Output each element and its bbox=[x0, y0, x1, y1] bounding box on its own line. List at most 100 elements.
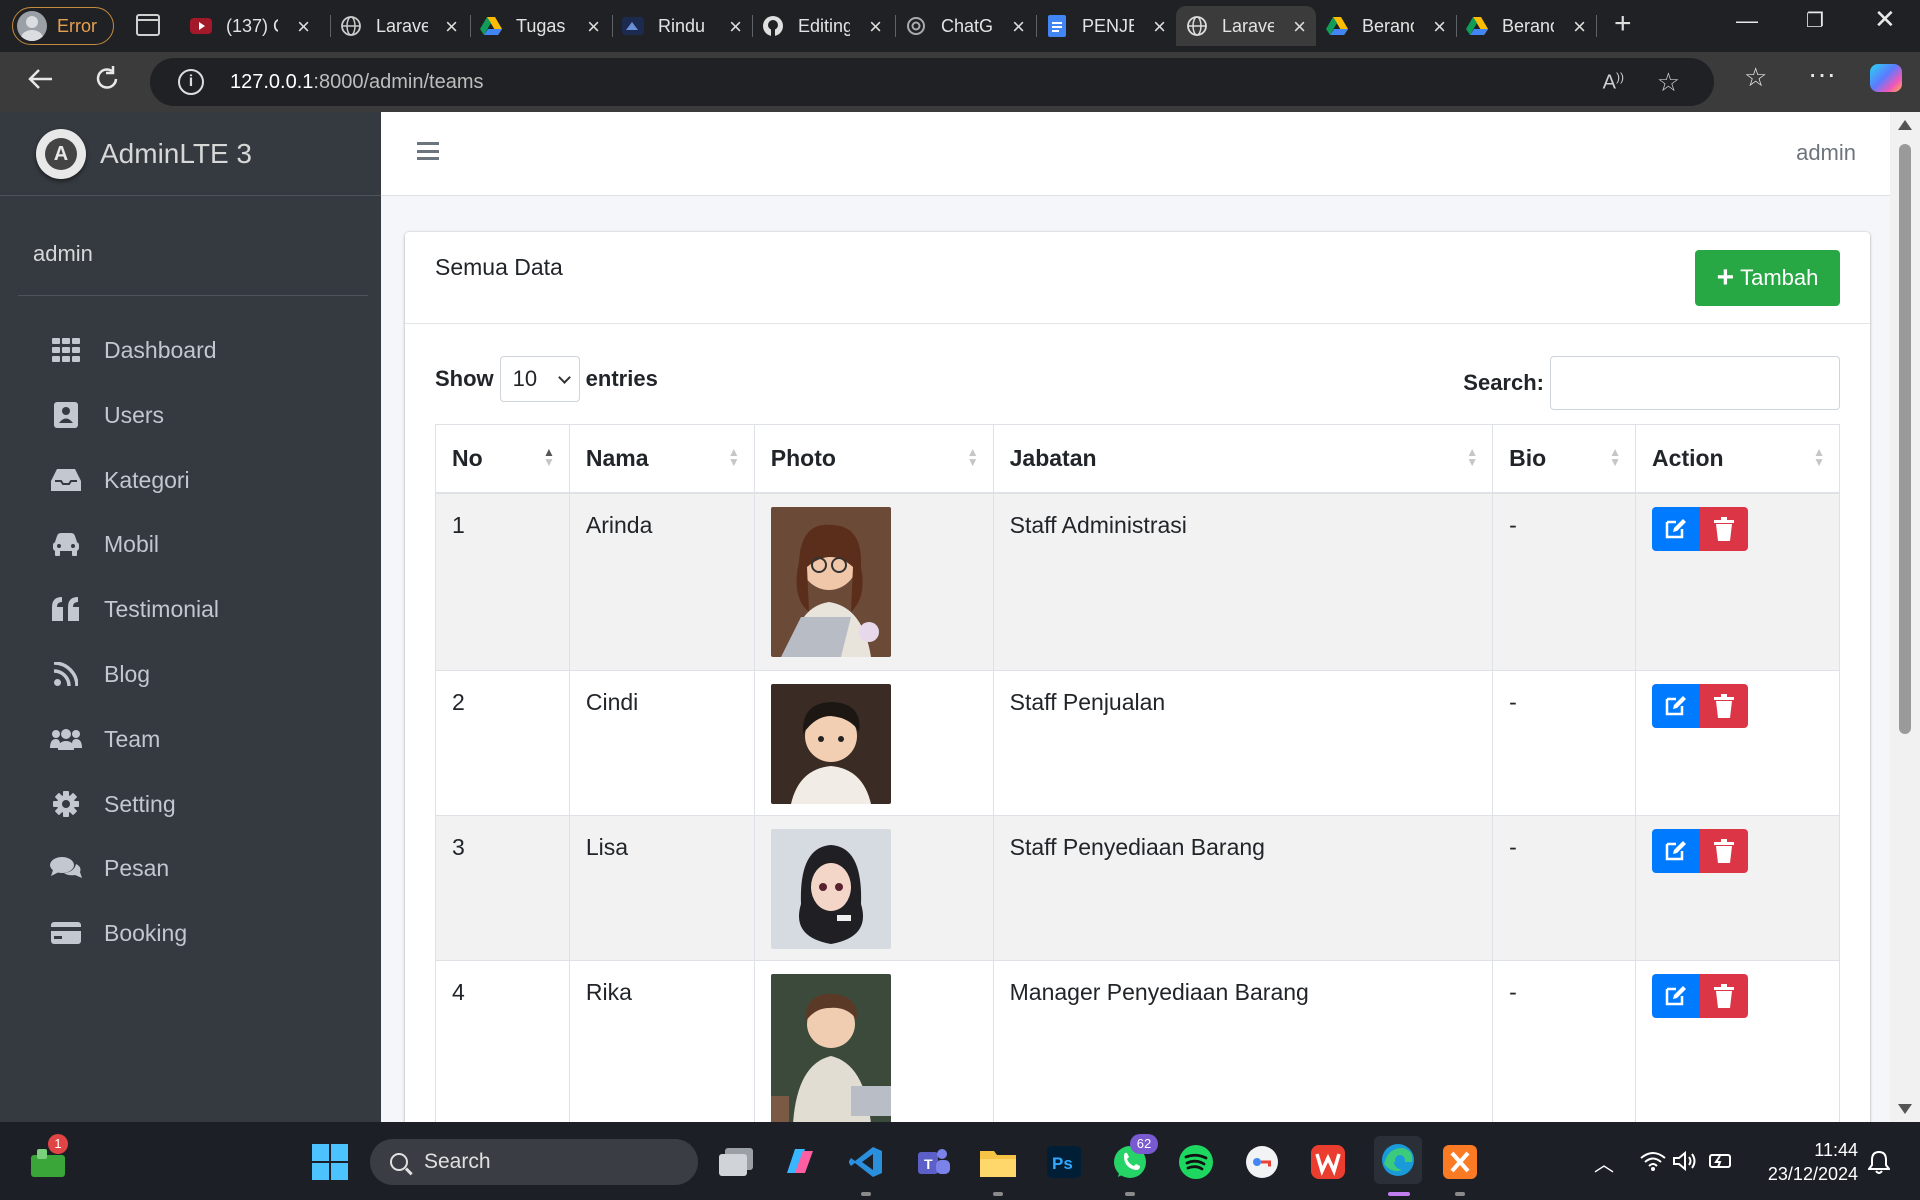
column-header-no[interactable]: No ▲ ▼ bbox=[435, 424, 570, 494]
trash-icon bbox=[1714, 516, 1735, 541]
wps-office-icon[interactable] bbox=[1308, 1142, 1348, 1182]
sidebar-item-mobil[interactable]: Mobil bbox=[18, 516, 363, 572]
close-tab-icon[interactable]: × bbox=[587, 14, 600, 40]
column-header-photo[interactable]: Photo ▲ ▼ bbox=[753, 424, 994, 494]
notification-bell-icon[interactable] bbox=[1867, 1150, 1891, 1180]
edge-browser-icon[interactable] bbox=[1374, 1136, 1422, 1184]
entries-select[interactable]: 10 bbox=[499, 356, 580, 402]
url-text[interactable]: 127.0.0.1:8000/admin/teams bbox=[230, 71, 484, 94]
browser-tab-active[interactable]: Laravel × bbox=[1176, 6, 1316, 46]
new-tab-button[interactable]: + bbox=[1614, 9, 1632, 39]
browser-tab[interactable]: Editing × bbox=[762, 6, 892, 46]
scrollbar-thumb[interactable] bbox=[1899, 144, 1911, 734]
sidebar-item-pesan[interactable]: Pesan bbox=[18, 840, 363, 896]
close-tab-icon[interactable]: × bbox=[869, 14, 882, 40]
browser-tab[interactable]: ChatG × bbox=[905, 6, 1035, 46]
sidebar-item-users[interactable]: Users bbox=[18, 387, 363, 443]
close-tab-icon[interactable]: × bbox=[1153, 14, 1166, 40]
sidebar-item-dashboard[interactable]: Dashboard bbox=[18, 322, 363, 378]
browser-tab[interactable]: Laravel × bbox=[340, 6, 468, 46]
read-aloud-icon[interactable]: A)) bbox=[1603, 70, 1624, 95]
edit-button[interactable] bbox=[1652, 974, 1701, 1018]
photoshop-icon[interactable]: Ps bbox=[1044, 1142, 1084, 1182]
delete-button[interactable] bbox=[1700, 684, 1749, 728]
delete-button[interactable] bbox=[1700, 506, 1749, 551]
browser-tab[interactable]: PENJE × bbox=[1046, 6, 1176, 46]
vscode-icon[interactable] bbox=[846, 1142, 886, 1182]
user-card-icon bbox=[46, 402, 86, 428]
browser-tab[interactable]: (137) C × bbox=[190, 6, 320, 46]
table-row: 3 Lisa Staff Penyediaan Barang - bbox=[435, 815, 1840, 961]
search-input[interactable] bbox=[1550, 356, 1840, 410]
whatsapp-icon[interactable]: 62 bbox=[1110, 1134, 1158, 1182]
password-manager-icon[interactable] bbox=[1242, 1142, 1282, 1182]
brand-link[interactable]: A AdminLTE 3 bbox=[0, 112, 381, 196]
more-menu-icon[interactable]: ··· bbox=[1808, 58, 1836, 90]
credit-card-icon bbox=[46, 922, 86, 944]
column-header-nama[interactable]: Nama ▲ ▼ bbox=[568, 424, 755, 494]
task-view-icon[interactable] bbox=[716, 1142, 756, 1182]
close-tab-icon[interactable]: × bbox=[729, 14, 742, 40]
profile-button[interactable]: Error bbox=[12, 7, 114, 45]
sidebar-item-booking[interactable]: Booking bbox=[18, 905, 363, 961]
sidebar-item-blog[interactable]: Blog bbox=[18, 646, 363, 702]
close-tab-icon[interactable]: × bbox=[1012, 14, 1025, 40]
edit-button[interactable] bbox=[1652, 684, 1701, 728]
browser-tab[interactable]: Rindu × bbox=[622, 6, 752, 46]
xampp-icon[interactable] bbox=[1440, 1142, 1480, 1182]
close-tab-icon[interactable]: × bbox=[1433, 14, 1446, 40]
restore-button[interactable]: ❐ bbox=[1806, 8, 1824, 33]
close-tab-icon[interactable]: × bbox=[297, 14, 310, 40]
back-button[interactable] bbox=[26, 64, 56, 102]
scroll-up-arrow-icon[interactable] bbox=[1898, 120, 1912, 130]
page-scrollbar[interactable] bbox=[1890, 112, 1920, 1122]
taskbar-search-label: Search bbox=[424, 1150, 491, 1173]
close-tab-icon[interactable]: × bbox=[1573, 14, 1586, 40]
reload-button[interactable] bbox=[92, 64, 122, 102]
start-windows-icon[interactable] bbox=[310, 1142, 350, 1182]
delete-button[interactable] bbox=[1700, 974, 1749, 1018]
favorite-star-icon[interactable]: ☆ bbox=[1657, 67, 1680, 98]
file-explorer-icon[interactable] bbox=[978, 1142, 1018, 1182]
browser-tab[interactable]: Tugas × bbox=[480, 6, 610, 46]
sidebar-item-team[interactable]: Team bbox=[18, 711, 363, 767]
sidebar-item-kategori[interactable]: Kategori bbox=[18, 452, 363, 508]
copilot-app-icon[interactable] bbox=[780, 1142, 820, 1182]
favorites-icon[interactable]: ☆ bbox=[1744, 62, 1767, 93]
team-photo bbox=[770, 506, 891, 657]
column-header-action[interactable]: Action ▲ ▼ bbox=[1635, 424, 1840, 494]
column-header-jabatan[interactable]: Jabatan ▲ ▼ bbox=[992, 424, 1494, 494]
teams-icon[interactable]: T bbox=[912, 1142, 952, 1182]
card-title: Semua Data bbox=[435, 254, 563, 280]
sidebar-item-testimonial[interactable]: Testimonial bbox=[18, 581, 363, 637]
tab-title: Rindu bbox=[658, 15, 706, 36]
hamburger-menu-icon[interactable] bbox=[417, 142, 439, 160]
battery-charging-icon[interactable] bbox=[1708, 1150, 1734, 1178]
edit-button[interactable] bbox=[1652, 829, 1701, 873]
scroll-down-arrow-icon[interactable] bbox=[1898, 1104, 1912, 1114]
column-header-bio[interactable]: Bio ▲ ▼ bbox=[1492, 424, 1637, 494]
edit-button[interactable] bbox=[1652, 506, 1701, 551]
copilot-icon[interactable] bbox=[1870, 64, 1902, 92]
taskbar-search[interactable]: Search bbox=[370, 1139, 698, 1185]
minimize-button[interactable]: — bbox=[1736, 8, 1758, 34]
browser-tab[interactable]: Beranda × bbox=[1326, 6, 1456, 46]
delete-button[interactable] bbox=[1700, 829, 1749, 873]
browser-tab[interactable]: Beranda × bbox=[1466, 6, 1596, 46]
sidebar-item-setting[interactable]: Setting bbox=[18, 776, 363, 832]
system-clock[interactable]: 11:44 23/12/2024 bbox=[1768, 1138, 1858, 1186]
close-tab-icon[interactable]: × bbox=[1293, 14, 1306, 40]
show-hidden-icons-chevron-up-icon[interactable]: ︿ bbox=[1594, 1148, 1614, 1177]
add-button[interactable]: + Tambah bbox=[1695, 250, 1840, 306]
navbar-username[interactable]: admin bbox=[1796, 140, 1856, 166]
url-bar[interactable]: i 127.0.0.1:8000/admin/teams A)) ☆ bbox=[150, 58, 1714, 106]
wifi-icon[interactable] bbox=[1640, 1150, 1666, 1178]
tab-actions-icon[interactable] bbox=[136, 14, 160, 36]
store-app-icon[interactable]: 1 bbox=[28, 1134, 68, 1182]
site-info-icon[interactable]: i bbox=[178, 69, 204, 95]
sidebar-username[interactable]: admin bbox=[33, 241, 93, 267]
close-window-button[interactable]: ✕ bbox=[1874, 4, 1896, 35]
spotify-icon[interactable] bbox=[1176, 1142, 1216, 1182]
volume-icon[interactable] bbox=[1672, 1150, 1698, 1178]
close-tab-icon[interactable]: × bbox=[445, 14, 458, 40]
